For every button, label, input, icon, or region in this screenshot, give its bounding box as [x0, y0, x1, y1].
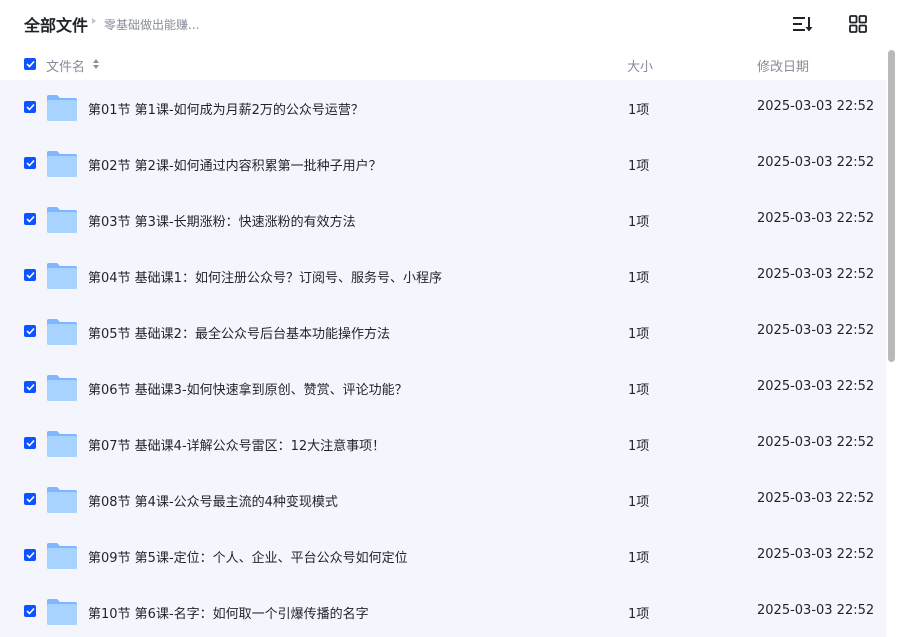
- file-name[interactable]: 第03节 第3课-长期涨粉：快速涨粉的有效方法: [88, 211, 356, 230]
- row-checkbox[interactable]: [24, 493, 36, 505]
- file-size: 1项: [628, 271, 650, 286]
- file-date: 2025-03-03 22:52: [757, 323, 875, 338]
- scrollbar-thumb[interactable]: [888, 50, 895, 362]
- file-date: 2025-03-03 22:52: [757, 435, 875, 450]
- folder-icon: [47, 431, 77, 457]
- row-checkbox[interactable]: [24, 101, 36, 113]
- checkmark-icon: [25, 60, 35, 68]
- column-size-header[interactable]: 大小: [627, 56, 653, 75]
- checkmark-icon: [25, 327, 35, 335]
- sort-list-icon: [793, 17, 813, 32]
- file-name[interactable]: 第06节 基础课3-如何快速拿到原创、赞赏、评论功能？: [88, 379, 408, 398]
- table-row[interactable]: 第10节 第6课-名字：如何取一个引爆传播的名字 1项 2025-03-03 22:…: [0, 584, 886, 637]
- row-checkbox[interactable]: [24, 325, 36, 337]
- file-size: 1项: [628, 215, 650, 230]
- file-size: 1项: [628, 439, 650, 454]
- file-name[interactable]: 第07节 基础课4-详解公众号雷区：12大注意事项！: [88, 435, 385, 454]
- file-size: 1项: [628, 327, 650, 342]
- file-name[interactable]: 第10节 第6课-名字：如何取一个引爆传播的名字: [88, 603, 369, 622]
- file-name[interactable]: 第05节 基础课2：最全公众号后台基本功能操作方法: [88, 323, 390, 342]
- file-size: 1项: [628, 495, 650, 510]
- toolbar: 全部文件 零基础做出能赚...: [0, 0, 898, 48]
- table-row[interactable]: 第06节 基础课3-如何快速拿到原创、赞赏、评论功能？ 1项 2025-03-03 …: [0, 360, 886, 416]
- file-size: 1项: [628, 103, 650, 118]
- folder-icon: [47, 95, 77, 121]
- file-date: 2025-03-03 22:52: [757, 547, 875, 562]
- file-date: 2025-03-03 22:52: [757, 267, 875, 282]
- row-checkbox[interactable]: [24, 381, 36, 393]
- table-row[interactable]: 第03节 第3课-长期涨粉：快速涨粉的有效方法 1项 2025-03-03 22:5…: [0, 192, 886, 248]
- row-checkbox[interactable]: [24, 605, 36, 617]
- checkmark-icon: [25, 551, 35, 559]
- checkmark-icon: [25, 495, 35, 503]
- file-date: 2025-03-03 22:52: [757, 211, 875, 226]
- file-name[interactable]: 第02节 第2课-如何通过内容积累第一批种子用户？: [88, 155, 382, 174]
- sort-order-button[interactable]: [790, 12, 814, 36]
- folder-icon: [47, 543, 77, 569]
- checkmark-icon: [25, 439, 35, 447]
- checkmark-icon: [25, 383, 35, 391]
- select-all-checkbox[interactable]: [24, 58, 36, 70]
- grid-view-button[interactable]: [846, 12, 870, 36]
- row-checkbox[interactable]: [24, 213, 36, 225]
- grid-view-icon: [849, 15, 867, 33]
- breadcrumb-root[interactable]: 全部文件: [24, 12, 88, 36]
- column-date-header[interactable]: 修改日期: [757, 56, 809, 75]
- checkmark-icon: [25, 103, 35, 111]
- row-checkbox[interactable]: [24, 269, 36, 281]
- folder-icon: [47, 319, 77, 345]
- folder-icon: [47, 151, 77, 177]
- file-name[interactable]: 第08节 第4课-公众号最主流的4种变现模式: [88, 491, 338, 510]
- folder-icon: [47, 487, 77, 513]
- file-date: 2025-03-03 22:52: [757, 491, 875, 506]
- table-row[interactable]: 第04节 基础课1：如何注册公众号？订阅号、服务号、小程序 1项 2025-03-0…: [0, 248, 886, 304]
- table-row[interactable]: 第09节 第5课-定位：个人、企业、平台公众号如何定位 1项 2025-03-03 …: [0, 528, 886, 584]
- file-date: 2025-03-03 22:52: [757, 379, 875, 394]
- table-row[interactable]: 第07节 基础课4-详解公众号雷区：12大注意事项！ 1项 2025-03-03 2…: [0, 416, 886, 472]
- file-date: 2025-03-03 22:52: [757, 155, 875, 170]
- file-date: 2025-03-03 22:52: [757, 603, 875, 618]
- checkmark-icon: [25, 607, 35, 615]
- row-checkbox[interactable]: [24, 437, 36, 449]
- file-list-page: 全部文件 零基础做出能赚... 文件名 大小 修改日期 第01节 第1课-如何成…: [0, 0, 898, 637]
- breadcrumb-current[interactable]: 零基础做出能赚...: [104, 16, 199, 33]
- checkmark-icon: [25, 215, 35, 223]
- row-checkbox[interactable]: [24, 549, 36, 561]
- file-name[interactable]: 第04节 基础课1：如何注册公众号？订阅号、服务号、小程序: [88, 267, 442, 286]
- file-name[interactable]: 第01节 第1课-如何成为月薪2万的公众号运营？: [88, 99, 364, 118]
- file-date: 2025-03-03 22:52: [757, 99, 875, 114]
- file-size: 1项: [628, 383, 650, 398]
- sort-arrows-icon[interactable]: [92, 58, 100, 70]
- file-size: 1项: [628, 551, 650, 566]
- folder-icon: [47, 263, 77, 289]
- file-name[interactable]: 第09节 第5课-定位：个人、企业、平台公众号如何定位: [88, 547, 408, 566]
- file-size: 1项: [628, 159, 650, 174]
- folder-icon: [47, 599, 77, 625]
- checkmark-icon: [25, 159, 35, 167]
- table-row[interactable]: 第01节 第1课-如何成为月薪2万的公众号运营？ 1项 2025-03-03 22:…: [0, 80, 886, 136]
- breadcrumb-separator-icon: [92, 18, 96, 24]
- checkmark-icon: [25, 271, 35, 279]
- row-checkbox[interactable]: [24, 157, 36, 169]
- file-list: 第01节 第1课-如何成为月薪2万的公众号运营？ 1项 2025-03-03 22:…: [0, 80, 886, 637]
- column-name-header[interactable]: 文件名: [46, 56, 85, 75]
- table-row[interactable]: 第05节 基础课2：最全公众号后台基本功能操作方法 1项 2025-03-03 22…: [0, 304, 886, 360]
- folder-icon: [47, 375, 77, 401]
- folder-icon: [47, 207, 77, 233]
- table-row[interactable]: 第08节 第4课-公众号最主流的4种变现模式 1项 2025-03-03 22:52: [0, 472, 886, 528]
- file-size: 1项: [628, 607, 650, 622]
- table-row[interactable]: 第02节 第2课-如何通过内容积累第一批种子用户？ 1项 2025-03-03 22…: [0, 136, 886, 192]
- column-header: 文件名 大小 修改日期: [0, 48, 886, 80]
